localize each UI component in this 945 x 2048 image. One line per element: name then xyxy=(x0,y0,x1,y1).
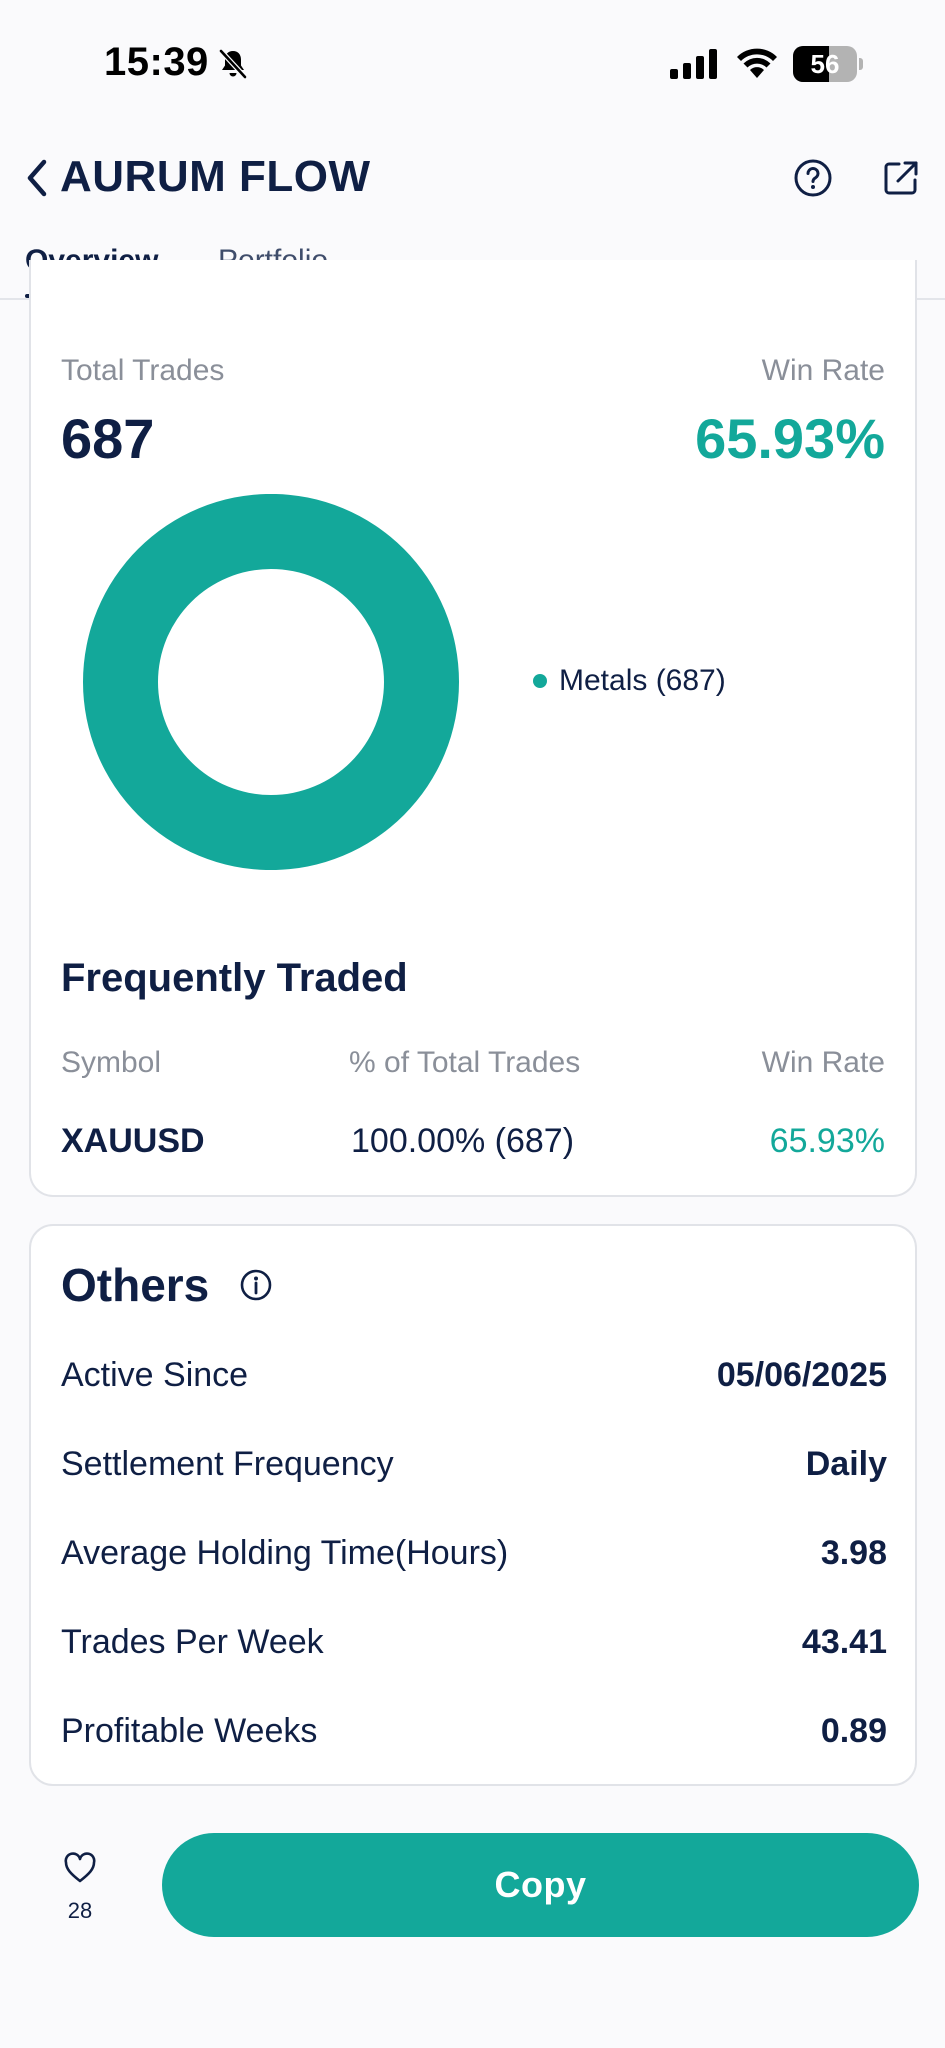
copy-button[interactable]: Copy xyxy=(162,1833,919,1937)
chart-legend-item: Metals (687) xyxy=(533,664,726,698)
active-since-value: 05/06/2025 xyxy=(716,1356,887,1394)
traded-symbol: XAUUSD xyxy=(61,1122,205,1160)
win-rate-value: 65.93% xyxy=(695,407,885,470)
traded-win-rate: 65.93% xyxy=(769,1122,885,1160)
profitable-weeks-value: 0.89 xyxy=(820,1712,887,1750)
wifi-icon xyxy=(737,48,777,78)
column-header-pct: % of Total Trades xyxy=(349,1046,581,1079)
trades-per-week-value: 43.41 xyxy=(801,1623,887,1661)
trades-per-week-row: Trades Per Week 43.41 xyxy=(61,1623,887,1673)
average-holding-time-row: Average Holding Time(Hours) 3.98 xyxy=(61,1534,887,1584)
legend-dot-icon xyxy=(533,674,547,688)
profitable-weeks-label: Profitable Weeks xyxy=(61,1712,318,1750)
help-icon[interactable] xyxy=(793,158,833,198)
battery-icon: 56 xyxy=(793,46,863,82)
heart-icon[interactable] xyxy=(63,1852,97,1884)
total-trades-label: Total Trades xyxy=(61,354,225,387)
average-holding-time-label: Average Holding Time(Hours) xyxy=(61,1534,509,1572)
status-bar: 15:39 56 xyxy=(0,0,945,130)
like-count: 28 xyxy=(67,1898,93,1923)
share-icon[interactable] xyxy=(881,158,921,198)
others-card: Others Active Since 05/06/2025 Settlemen… xyxy=(29,1224,917,1786)
column-header-symbol: Symbol xyxy=(61,1046,162,1079)
active-since-label: Active Since xyxy=(61,1356,249,1394)
average-holding-time-value: 3.98 xyxy=(820,1534,887,1572)
column-header-win-rate: Win Rate xyxy=(761,1046,885,1079)
trading-stats-card: Total Trades Win Rate 687 65.93% Metals … xyxy=(29,260,917,1197)
traded-pct: 100.00% (687) xyxy=(351,1122,575,1160)
status-time: 15:39 xyxy=(104,40,209,84)
settlement-frequency-row: Settlement Frequency Daily xyxy=(61,1445,887,1495)
page-title: AURUM FLOW xyxy=(60,152,371,201)
win-rate-label: Win Rate xyxy=(761,354,885,387)
settlement-frequency-value: Daily xyxy=(805,1445,887,1483)
app-header: AURUM FLOW xyxy=(0,130,945,230)
bell-slash-icon xyxy=(219,49,247,79)
info-icon[interactable] xyxy=(239,1268,273,1302)
profitable-weeks-row: Profitable Weeks 0.89 xyxy=(61,1712,887,1762)
legend-label: Metals (687) xyxy=(559,664,726,697)
app-screen: 15:39 56 AURUM FLOW Total Trades Win Rat… xyxy=(0,0,945,2048)
signal-icon xyxy=(670,49,717,79)
frequently-traded-title: Frequently Traded xyxy=(61,956,408,1000)
settlement-frequency-label: Settlement Frequency xyxy=(61,1445,394,1483)
others-title: Others xyxy=(61,1259,210,1311)
trade-category-donut-chart xyxy=(83,494,459,870)
back-chevron-icon[interactable] xyxy=(22,156,52,200)
active-since-row: Active Since 05/06/2025 xyxy=(61,1356,887,1406)
donut-slice-metals xyxy=(83,494,459,870)
battery-level: 56 xyxy=(810,49,840,79)
trades-per-week-label: Trades Per Week xyxy=(61,1623,324,1661)
total-trades-value: 687 xyxy=(61,407,155,470)
